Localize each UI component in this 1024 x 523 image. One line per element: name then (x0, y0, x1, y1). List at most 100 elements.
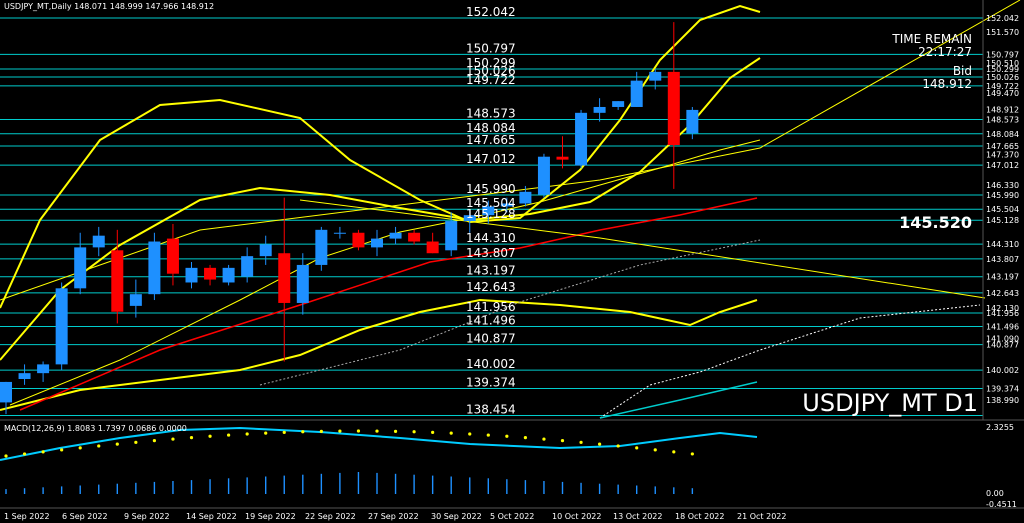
candle-body[interactable] (74, 247, 87, 289)
date-tick-label: 14 Sep 2022 (186, 512, 237, 521)
bid-label: Bid (953, 64, 972, 78)
level-label: 143.807 (466, 246, 516, 260)
macd-signal-dot (542, 437, 546, 441)
macd-histogram-bar (227, 478, 230, 494)
price-tick-label: 148.573 (986, 115, 1019, 124)
macd-signal-dot (97, 444, 101, 448)
candle-body[interactable] (333, 232, 346, 234)
date-tick-label: 9 Sep 2022 (124, 512, 170, 521)
candle-body[interactable] (37, 364, 50, 374)
candle-body[interactable] (389, 232, 402, 239)
macd-histogram-bar (469, 477, 471, 494)
macd-signal-dot (338, 429, 342, 433)
date-tick-label: 27 Sep 2022 (368, 512, 419, 521)
price-tick-label: 148.084 (986, 130, 1019, 139)
candle-body[interactable] (129, 294, 142, 306)
macd-histogram-bar (5, 489, 7, 494)
macd-histogram-bar (60, 486, 63, 494)
candle-body[interactable] (204, 267, 217, 280)
macd-histogram-bar (79, 485, 81, 494)
candle-body[interactable] (445, 221, 458, 251)
candle-body[interactable] (686, 109, 699, 134)
level-label: 149.722 (466, 73, 516, 87)
macd-histogram-bar (42, 487, 44, 494)
macd-signal-dot (560, 439, 565, 443)
price-chart[interactable]: 152.042150.797150.299150.026149.722148.5… (0, 0, 1024, 523)
candle-body[interactable] (166, 238, 179, 274)
macd-signal-dot (41, 450, 45, 454)
macd-histogram-bar (691, 488, 694, 494)
price-tick-label: 151.570 (986, 28, 1019, 37)
macd-signal-dot (22, 452, 27, 456)
date-tick-label: 6 Sep 2022 (62, 512, 108, 521)
price-tick-label: 140.877 (986, 341, 1019, 350)
macd-histogram-bar (431, 475, 434, 494)
date-tick-label: 30 Sep 2022 (431, 512, 482, 521)
level-label: 142.643 (466, 280, 516, 294)
macd-signal-dot (264, 431, 268, 435)
macd-signal-dot (505, 434, 509, 438)
date-tick-label: 18 Oct 2022 (675, 512, 724, 521)
candle-body[interactable] (259, 244, 272, 257)
macd-histogram-bar (190, 480, 193, 494)
candle-body[interactable] (111, 250, 124, 312)
candle-body[interactable] (148, 241, 161, 295)
candle-body[interactable] (667, 71, 680, 146)
candle-body[interactable] (556, 156, 569, 160)
candle-body[interactable] (537, 156, 550, 195)
level-label: 152.042 (466, 5, 516, 19)
candle-body[interactable] (575, 112, 588, 166)
price-tick-label: 139.374 (986, 385, 1019, 394)
price-tick-label: 150.026 (986, 73, 1019, 82)
candle-body[interactable] (92, 235, 105, 248)
price-tick-label: 149.470 (986, 89, 1019, 98)
candle-body[interactable] (519, 191, 532, 204)
candle-body[interactable] (352, 232, 365, 248)
candle-body[interactable] (18, 373, 31, 380)
candle-body[interactable] (371, 238, 383, 248)
level-label: 140.877 (466, 332, 516, 346)
macd-histogram-bar (357, 472, 360, 494)
price-tick-label: 147.370 (986, 151, 1019, 160)
candle-body[interactable] (630, 80, 643, 107)
candle-body[interactable] (408, 232, 421, 242)
highlight-price: 145.520 (899, 213, 972, 232)
candle-body[interactable] (649, 71, 662, 81)
macd-histogram-bar (543, 481, 545, 494)
macd-histogram-bar (580, 482, 582, 494)
candle-body[interactable] (185, 267, 198, 283)
macd-signal-dot (60, 448, 64, 452)
price-tick-label: 145.128 (986, 216, 1019, 225)
candle-body[interactable] (241, 256, 254, 277)
macd-histogram-bar (598, 483, 601, 494)
macd-signal-dot (227, 433, 231, 437)
candle-body[interactable] (222, 267, 235, 283)
macd-histogram-bar (283, 475, 285, 494)
candle-body[interactable] (0, 381, 12, 403)
macd-histogram-bar (506, 479, 508, 494)
price-tick-label: 143.197 (986, 273, 1019, 282)
candle-body[interactable] (296, 264, 309, 303)
time-remain-label: TIME REMAIN (891, 32, 972, 46)
macd-histogram-bar (135, 482, 137, 494)
candle-body[interactable] (426, 241, 439, 254)
macd-histogram-bar (524, 480, 527, 494)
level-label: 147.665 (466, 133, 516, 147)
macd-signal-dot (393, 429, 398, 433)
symbol-info: USDJPY_MT,Daily 148.071 148.999 147.966 … (4, 2, 214, 11)
candle-body[interactable] (278, 253, 291, 303)
macd-signal-dot (245, 432, 249, 436)
candle-body[interactable] (612, 101, 625, 107)
macd-signal-dot (171, 437, 175, 441)
level-label: 140.002 (466, 357, 516, 371)
candle-body[interactable] (55, 288, 68, 365)
price-tick-label: 138.990 (986, 396, 1019, 405)
macd-histogram-bar (617, 484, 619, 494)
candle-body[interactable] (593, 106, 606, 113)
macd-histogram-bar (450, 476, 452, 494)
date-tick-label: 1 Sep 2022 (4, 512, 50, 521)
candle-body[interactable] (315, 229, 328, 265)
macd-signal-dot (523, 436, 528, 440)
macd-axis-bottom: -0.4511 (986, 500, 1017, 509)
price-tick-label: 141.496 (986, 322, 1019, 331)
